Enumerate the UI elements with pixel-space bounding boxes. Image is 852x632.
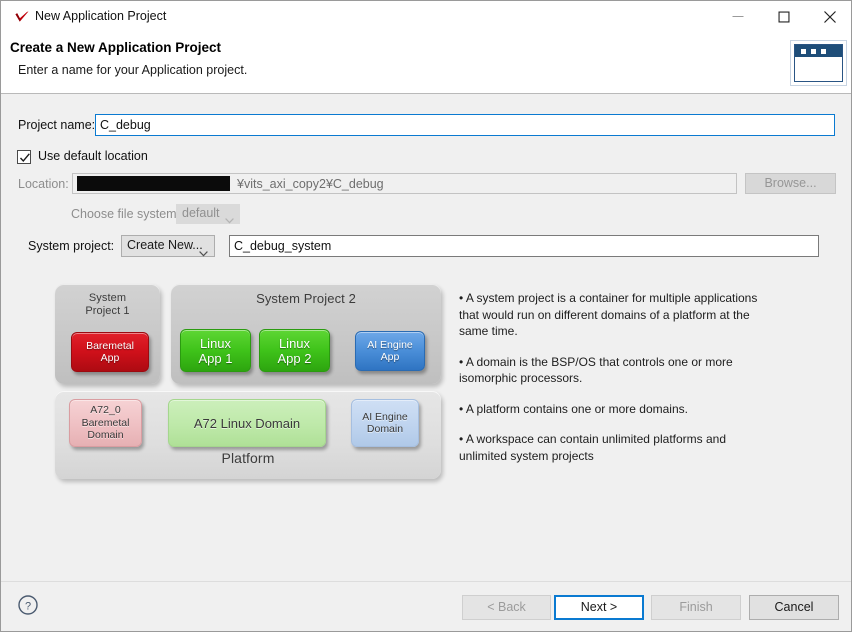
filesystem-select[interactable]: default: [176, 204, 240, 224]
back-button[interactable]: < Back: [462, 595, 551, 620]
bullet-item: • A system project is a container for mu…: [459, 291, 758, 338]
linux-app-1-chip: Linux App 1: [180, 329, 251, 372]
title-bar: New Application Project: [1, 1, 851, 32]
location-label: Location:: [18, 177, 69, 191]
dialog-header: Create a New Application Project Enter a…: [1, 32, 851, 93]
a72-linux-domain-label: A72 Linux Domain: [193, 415, 301, 431]
close-button[interactable]: [807, 1, 851, 32]
page-subtitle: Enter a name for your Application projec…: [18, 63, 248, 77]
bullet-item: • A workspace can contain unlimited plat…: [459, 432, 727, 463]
bullet-item: • A platform contains one or more domain…: [459, 401, 688, 416]
ai-engine-app-label: AI Engine App: [367, 338, 413, 364]
finish-button[interactable]: Finish: [651, 595, 741, 620]
system-project-select[interactable]: Create New...: [121, 235, 215, 257]
project-name-label: Project name:: [18, 118, 96, 132]
use-default-location-label: Use default location: [38, 149, 148, 163]
linux-app-1-label: Linux App 1: [198, 335, 233, 366]
new-application-project-dialog: New Application Project Create a New App…: [0, 0, 852, 632]
cancel-button[interactable]: Cancel: [749, 595, 839, 620]
svg-text:?: ?: [25, 601, 31, 613]
system-project-2-title: System Project 2: [256, 291, 356, 306]
platform-architecture-diagram: System Project 1 Baremetal App System Pr…: [45, 279, 455, 491]
linux-app-2-label: Linux App 2: [277, 335, 312, 366]
project-name-input[interactable]: [95, 114, 835, 136]
xilinx-check-icon: [13, 8, 31, 26]
system-project-2-panel: System Project 2 Linux App 1 Linux App 2…: [171, 284, 441, 384]
a72-baremetal-domain-chip: A72_0 Baremetal Domain: [69, 399, 142, 447]
minimize-button[interactable]: [715, 1, 761, 32]
next-button[interactable]: Next >: [554, 595, 644, 620]
window-title: New Application Project: [35, 9, 167, 23]
info-bullets: • A system project is a container for mu…: [459, 290, 769, 478]
location-redaction-bar: [77, 176, 230, 191]
filesystem-label: Choose file system:: [71, 207, 181, 221]
platform-panel: A72_0 Baremetal Domain A72 Linux Domain …: [55, 391, 441, 479]
baremetal-app-label: Baremetal App: [86, 339, 134, 365]
system-project-select-value: Create New...: [127, 238, 203, 252]
ai-engine-domain-chip: AI Engine Domain: [351, 399, 419, 447]
bullet-item: • A domain is the BSP/OS that controls o…: [459, 354, 733, 386]
help-icon[interactable]: ?: [17, 594, 39, 616]
platform-title: Platform: [221, 450, 275, 466]
wizard-banner-icon: [790, 40, 847, 86]
system-project-1-title: System Project 1: [85, 292, 130, 317]
ai-engine-domain-label: AI Engine Domain: [362, 410, 408, 436]
chevron-down-icon: [199, 244, 208, 262]
browse-button[interactable]: Browse...: [745, 173, 836, 194]
ai-engine-app-chip: AI Engine App: [355, 331, 425, 371]
system-project-name-input[interactable]: [229, 235, 819, 257]
chevron-down-icon: [225, 211, 234, 229]
baremetal-app-chip: Baremetal App: [71, 332, 149, 372]
maximize-button[interactable]: [761, 1, 807, 32]
linux-app-2-chip: Linux App 2: [259, 329, 330, 372]
a72-baremetal-domain-label: A72_0 Baremetal Domain: [81, 404, 130, 442]
use-default-location-checkbox[interactable]: [17, 150, 31, 164]
system-project-label: System project:: [28, 239, 115, 253]
a72-linux-domain-chip: A72 Linux Domain: [168, 399, 326, 447]
system-project-1-panel: System Project 1 Baremetal App: [55, 284, 160, 384]
page-title: Create a New Application Project: [10, 40, 222, 55]
filesystem-select-value: default: [182, 206, 220, 220]
